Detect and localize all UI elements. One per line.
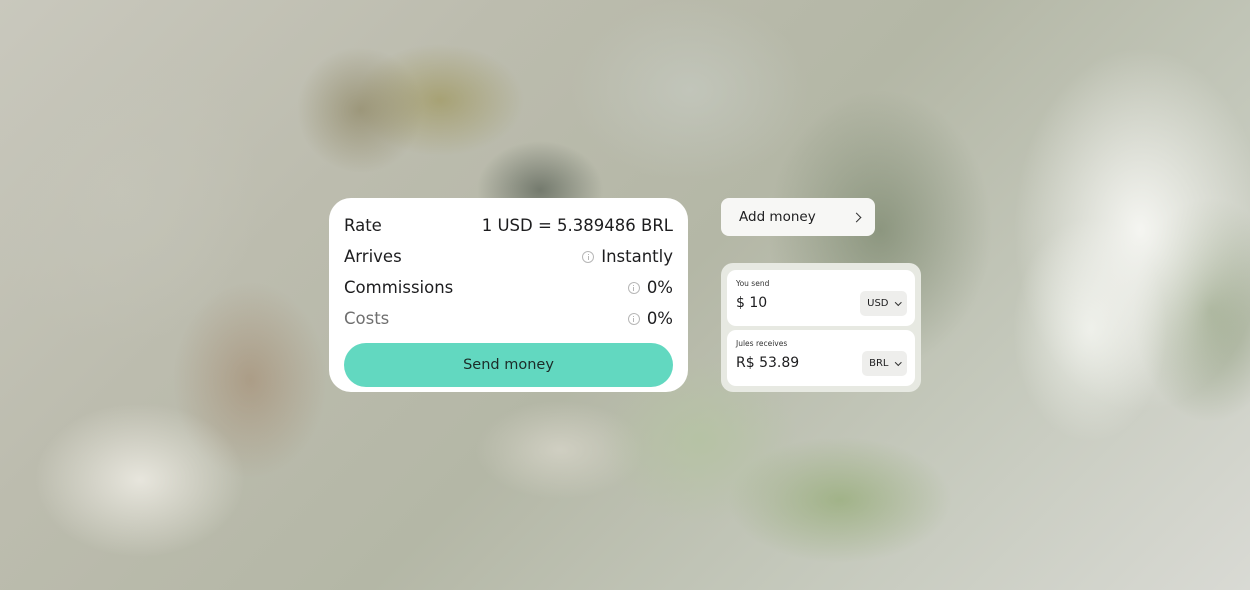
arrives-label: Arrives bbox=[344, 247, 402, 266]
rate-row: Rate 1 USD = 5.389486 BRL bbox=[344, 210, 673, 241]
info-icon[interactable] bbox=[627, 281, 640, 294]
arrives-value: Instantly bbox=[582, 247, 673, 266]
chevron-right-icon bbox=[851, 212, 862, 222]
currency-converter: You send $ 10 USD Jules receives R$ 53.8… bbox=[721, 263, 921, 392]
chevron-down-icon bbox=[894, 298, 901, 306]
costs-row: Costs 0% bbox=[344, 303, 673, 334]
send-money-button[interactable]: Send money bbox=[344, 343, 673, 387]
arrives-row: Arrives Instantly bbox=[344, 241, 673, 272]
rate-value-text: 1 USD = 5.389486 BRL bbox=[481, 216, 673, 235]
receive-currency-code: BRL bbox=[869, 358, 889, 369]
add-money-button[interactable]: Add money bbox=[721, 198, 875, 236]
commissions-value-text: 0% bbox=[646, 278, 673, 297]
info-icon[interactable] bbox=[582, 250, 595, 263]
commissions-value: 0% bbox=[627, 278, 673, 297]
rate-value: 1 USD = 5.389486 BRL bbox=[482, 216, 673, 235]
costs-value-text: 0% bbox=[646, 309, 673, 328]
chevron-down-icon bbox=[894, 358, 901, 366]
send-amount-input[interactable]: $ 10 bbox=[736, 295, 767, 311]
arrives-value-text: Instantly bbox=[601, 247, 673, 266]
info-icon[interactable] bbox=[627, 312, 640, 325]
recipient-receives-label: Jules receives bbox=[736, 339, 788, 348]
recipient-receives-field[interactable]: Jules receives R$ 53.89 BRL bbox=[727, 330, 915, 386]
rate-label: Rate bbox=[344, 216, 382, 235]
you-send-field[interactable]: You send $ 10 USD bbox=[727, 270, 915, 326]
receive-amount-input[interactable]: R$ 53.89 bbox=[736, 355, 799, 371]
send-currency-select[interactable]: USD bbox=[860, 291, 907, 316]
costs-value: 0% bbox=[627, 309, 673, 328]
commissions-label: Commissions bbox=[344, 278, 454, 297]
transfer-summary-card: Rate 1 USD = 5.389486 BRL Arrives Instan… bbox=[329, 198, 688, 392]
add-money-label: Add money bbox=[739, 209, 816, 225]
receive-currency-select[interactable]: BRL bbox=[862, 351, 907, 376]
send-currency-code: USD bbox=[867, 298, 889, 309]
costs-label: Costs bbox=[344, 309, 390, 328]
commissions-row: Commissions 0% bbox=[344, 272, 673, 303]
you-send-label: You send bbox=[736, 279, 770, 288]
